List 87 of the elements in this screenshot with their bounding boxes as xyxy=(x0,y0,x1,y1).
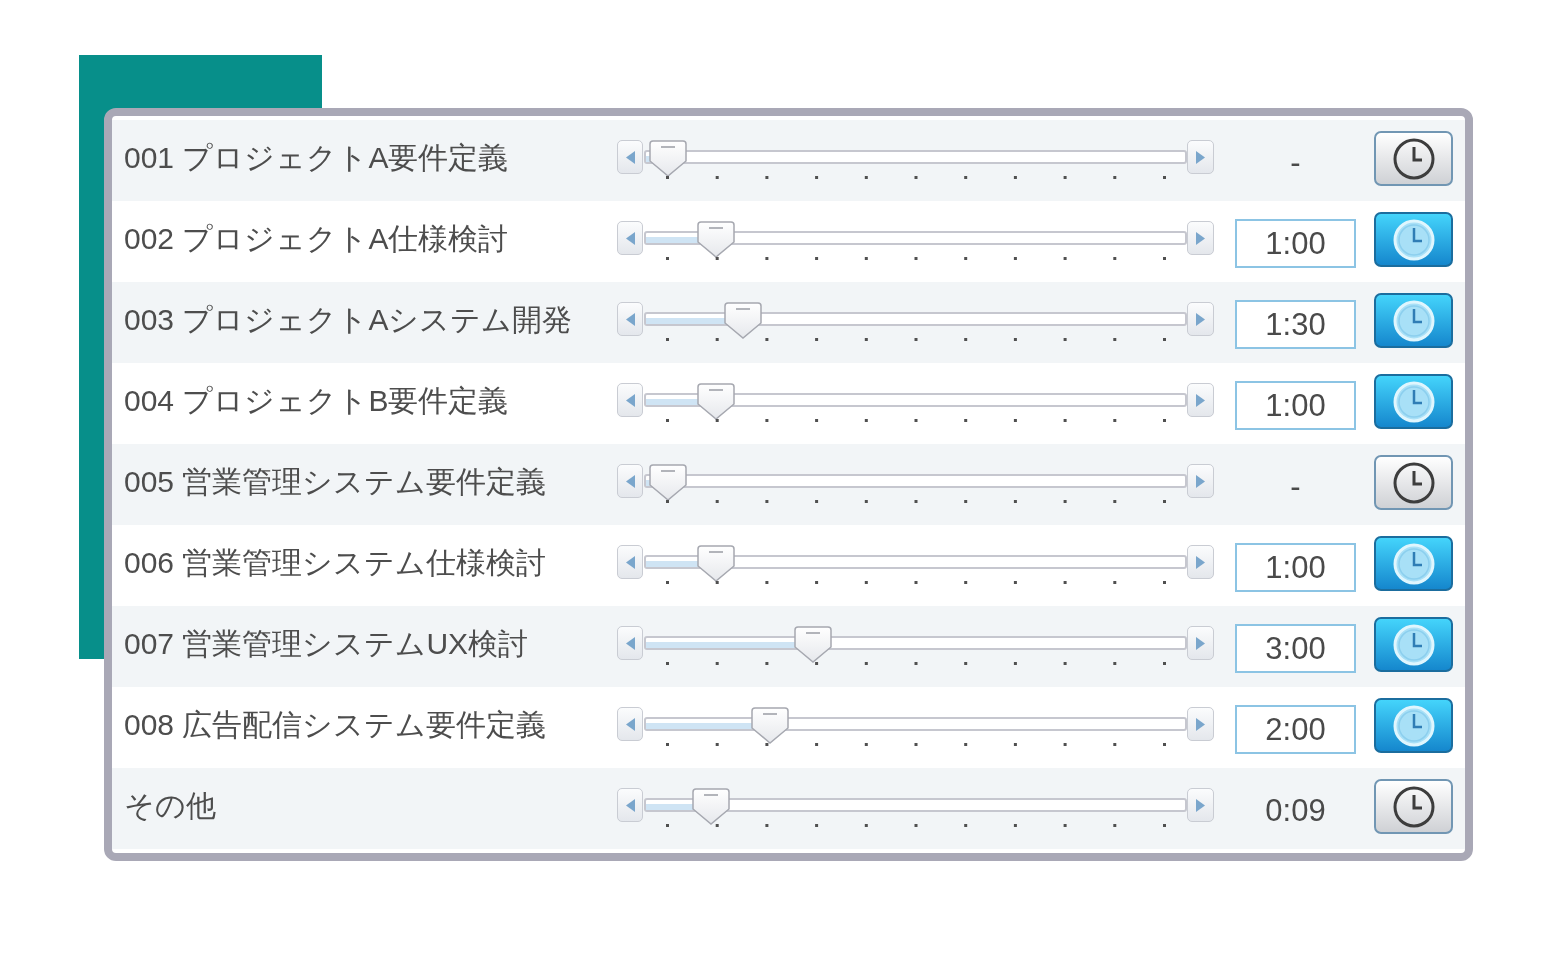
timer-button[interactable] xyxy=(1374,536,1453,591)
task-label: 005 営業管理システム要件定義 xyxy=(124,464,547,500)
right-triangle-icon xyxy=(1196,636,1205,650)
right-triangle-icon xyxy=(1196,150,1205,164)
slider-right-button[interactable] xyxy=(1187,464,1214,498)
clock-icon xyxy=(1392,542,1435,585)
task-label: 003 プロジェクトAシステム開発 xyxy=(124,302,573,338)
time-field[interactable]: 1:00 xyxy=(1235,543,1356,592)
slider-left-button[interactable] xyxy=(617,221,643,255)
clock-icon xyxy=(1392,461,1435,504)
slider-fill xyxy=(646,804,693,810)
slider-fill xyxy=(646,561,699,567)
clock-icon xyxy=(1392,299,1435,342)
slider-thumb[interactable] xyxy=(648,464,687,501)
right-triangle-icon xyxy=(1196,717,1205,731)
left-triangle-icon xyxy=(625,798,635,812)
timer-button[interactable] xyxy=(1374,374,1453,429)
slider-right-button[interactable] xyxy=(1187,788,1214,822)
slider-right-button[interactable] xyxy=(1187,626,1214,660)
timer-button[interactable] xyxy=(1374,131,1453,186)
left-triangle-icon xyxy=(625,555,635,569)
left-triangle-icon xyxy=(625,312,635,326)
slider-fill xyxy=(646,237,699,243)
clock-icon xyxy=(1392,623,1435,666)
timer-button[interactable] xyxy=(1374,698,1453,753)
slider-left-button[interactable] xyxy=(617,464,643,498)
slider-thumb[interactable] xyxy=(750,707,789,744)
slider-left-button[interactable] xyxy=(617,626,643,660)
time-field[interactable]: 2:00 xyxy=(1235,705,1356,754)
time-value: 0:09 xyxy=(1265,792,1326,829)
clock-icon xyxy=(1392,218,1435,261)
slider-thumb[interactable] xyxy=(794,626,833,663)
timer-button[interactable] xyxy=(1374,779,1453,834)
time-value: - xyxy=(1290,144,1301,181)
right-triangle-icon xyxy=(1196,555,1205,569)
time-field[interactable]: 1:00 xyxy=(1235,219,1356,268)
left-triangle-icon xyxy=(625,474,635,488)
slider-thumb[interactable] xyxy=(697,545,736,582)
task-label: 007 営業管理システムUX検討 xyxy=(124,626,529,662)
task-label: 008 広告配信システム要件定義 xyxy=(124,707,547,743)
left-triangle-icon xyxy=(625,150,635,164)
task-label: 001 プロジェクトA要件定義 xyxy=(124,140,509,176)
clock-icon xyxy=(1392,380,1435,423)
slider-right-button[interactable] xyxy=(1187,383,1214,417)
slider-right-button[interactable] xyxy=(1187,221,1214,255)
right-triangle-icon xyxy=(1196,393,1205,407)
clock-icon xyxy=(1392,785,1435,828)
slider-left-button[interactable] xyxy=(617,545,643,579)
slider-left-button[interactable] xyxy=(617,140,643,174)
slider-right-button[interactable] xyxy=(1187,707,1214,741)
right-triangle-icon xyxy=(1196,474,1205,488)
slider-thumb[interactable] xyxy=(697,221,736,258)
slider-left-button[interactable] xyxy=(617,302,643,336)
timer-button[interactable] xyxy=(1374,455,1453,510)
slider-thumb[interactable] xyxy=(691,788,730,825)
left-triangle-icon xyxy=(625,717,635,731)
slider-fill xyxy=(646,480,650,486)
task-label: 006 営業管理システム仕様検討 xyxy=(124,545,547,581)
time-field[interactable]: 1:00 xyxy=(1235,381,1356,430)
task-label: 002 プロジェクトA仕様検討 xyxy=(124,221,509,257)
slider-left-button[interactable] xyxy=(617,788,643,822)
slider-right-button[interactable] xyxy=(1187,302,1214,336)
slider-fill xyxy=(646,399,699,405)
left-triangle-icon xyxy=(625,231,635,245)
timer-button[interactable] xyxy=(1374,293,1453,348)
task-label: その他 xyxy=(124,788,216,824)
clock-icon xyxy=(1392,137,1435,180)
time-value: - xyxy=(1290,468,1301,505)
slider-thumb[interactable] xyxy=(648,140,687,177)
task-label: 004 プロジェクトB要件定義 xyxy=(124,383,509,419)
slider-left-button[interactable] xyxy=(617,707,643,741)
timer-button[interactable] xyxy=(1374,212,1453,267)
left-triangle-icon xyxy=(625,393,635,407)
slider-left-button[interactable] xyxy=(617,383,643,417)
left-triangle-icon xyxy=(625,636,635,650)
right-triangle-icon xyxy=(1196,231,1205,245)
right-triangle-icon xyxy=(1196,312,1205,326)
time-field[interactable]: 1:30 xyxy=(1235,300,1356,349)
slider-right-button[interactable] xyxy=(1187,140,1214,174)
time-field[interactable]: 3:00 xyxy=(1235,624,1356,673)
slider-thumb[interactable] xyxy=(697,383,736,420)
slider-fill xyxy=(646,156,650,162)
slider-thumb[interactable] xyxy=(724,302,762,339)
slider-right-button[interactable] xyxy=(1187,545,1214,579)
clock-icon xyxy=(1392,704,1435,747)
right-triangle-icon xyxy=(1196,798,1205,812)
timer-button[interactable] xyxy=(1374,617,1453,672)
